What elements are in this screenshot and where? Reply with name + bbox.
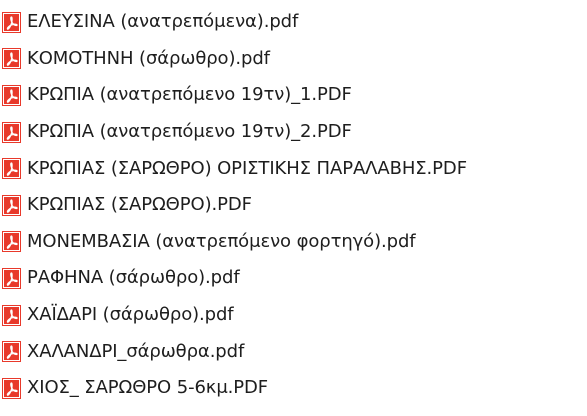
file-name: ΧΑΛΑΝΔΡΙ_σάρωθρα.pdf [27, 340, 245, 362]
file-item[interactable]: ΕΛΕΥΣΙΝΑ (ανατρεπόμενα).pdf [0, 4, 587, 41]
pdf-file-icon [2, 231, 21, 253]
file-item[interactable]: ΡΑΦΗΝΑ (σάρωθρο).pdf [0, 260, 587, 297]
pdf-file-icon [2, 341, 21, 363]
file-item[interactable]: ΚΡΩΠΙΑ (ανατρεπόμενο 19τν)_1.PDF [0, 77, 587, 114]
pdf-file-icon [2, 377, 21, 399]
file-name: ΚΡΩΠΙΑΣ (ΣΑΡΩΘΡΟ) ΟΡΙΣΤΙΚΗΣ ΠΑΡΑΛΑΒΗΣ.PD… [27, 157, 467, 179]
pdf-file-icon [2, 11, 21, 33]
file-name: ΧΙΟΣ_ ΣΑΡΩΘΡΟ 5-6κμ.PDF [27, 377, 269, 399]
file-name: ΕΛΕΥΣΙΝΑ (ανατρεπόμενα).pdf [27, 11, 299, 33]
file-name: ΜΟΝΕΜΒΑΣΙΑ (ανατρεπόμενο φορτηγό).pdf [27, 230, 416, 252]
pdf-file-icon [2, 304, 21, 326]
file-name: ΡΑΦΗΝΑ (σάρωθρο).pdf [27, 267, 240, 289]
file-item[interactable]: ΚΟΜΟΤΗΝΗ (σάρωθρο).pdf [0, 41, 587, 78]
file-name: ΚΟΜΟΤΗΝΗ (σάρωθρο).pdf [27, 47, 270, 69]
pdf-file-icon [2, 267, 21, 289]
file-name: ΚΡΩΠΙΑ (ανατρεπόμενο 19τν)_1.PDF [27, 84, 352, 106]
pdf-file-icon [2, 158, 21, 180]
file-name: ΚΡΩΠΙΑΣ (ΣΑΡΩΘΡΟ).PDF [27, 194, 252, 216]
file-item[interactable]: ΧΙΟΣ_ ΣΑΡΩΘΡΟ 5-6κμ.PDF [0, 370, 587, 407]
file-item[interactable]: ΚΡΩΠΙΑ (ανατρεπόμενο 19τν)_2.PDF [0, 114, 587, 151]
file-name: ΧΑΪΔΑΡΙ (σάρωθρο).pdf [27, 304, 234, 326]
file-item[interactable]: ΚΡΩΠΙΑΣ (ΣΑΡΩΘΡΟ).PDF [0, 187, 587, 224]
file-item[interactable]: ΚΡΩΠΙΑΣ (ΣΑΡΩΘΡΟ) ΟΡΙΣΤΙΚΗΣ ΠΑΡΑΛΑΒΗΣ.PD… [0, 150, 587, 187]
pdf-file-icon [2, 194, 21, 216]
pdf-file-icon [2, 121, 21, 143]
file-item[interactable]: ΜΟΝΕΜΒΑΣΙΑ (ανατρεπόμενο φορτηγό).pdf [0, 224, 587, 261]
file-list: ΕΛΕΥΣΙΝΑ (ανατρεπόμενα).pdf ΚΟΜΟΤΗΝΗ (σά… [0, 0, 587, 416]
file-item[interactable]: ΧΑΛΑΝΔΡΙ_σάρωθρα.pdf [0, 333, 587, 370]
pdf-file-icon [2, 84, 21, 106]
pdf-file-icon [2, 48, 21, 70]
file-item[interactable]: ΧΑΪΔΑΡΙ (σάρωθρο).pdf [0, 297, 587, 334]
file-name: ΚΡΩΠΙΑ (ανατρεπόμενο 19τν)_2.PDF [27, 121, 352, 143]
